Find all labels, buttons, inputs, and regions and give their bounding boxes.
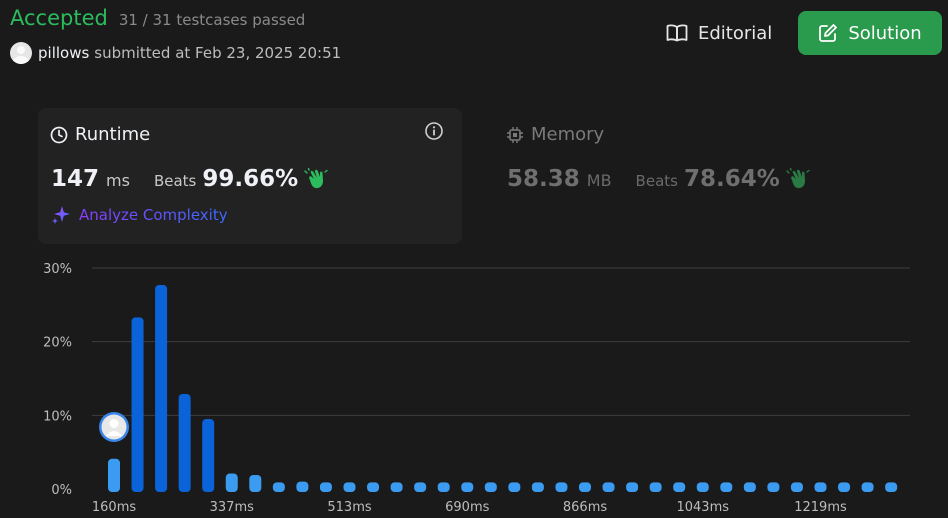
chart-bar[interactable] [579, 482, 591, 492]
chart-bar[interactable] [484, 482, 497, 492]
chart-bar[interactable] [508, 482, 521, 492]
chart-bar[interactable] [814, 482, 827, 492]
chart-bar[interactable] [531, 482, 544, 492]
chart-bar[interactable] [272, 482, 285, 492]
chart-bar[interactable] [390, 482, 403, 492]
x-tick-label: 337ms [210, 500, 254, 515]
chart-bar[interactable] [720, 482, 733, 492]
chart-bar[interactable] [767, 482, 780, 492]
chart-bar[interactable] [367, 482, 380, 492]
chart-bar[interactable] [790, 482, 803, 492]
chart-bar[interactable] [437, 482, 450, 492]
chart-bar[interactable] [602, 482, 615, 492]
chart-bar[interactable] [555, 482, 568, 492]
x-tick-label: 1043ms [676, 500, 729, 515]
x-tick-label: 1219ms [794, 500, 847, 515]
chart-bar[interactable] [178, 393, 191, 492]
y-tick-label: 30% [43, 262, 72, 277]
chart-bar[interactable] [743, 482, 756, 492]
chart-bar[interactable] [225, 473, 238, 492]
chart-bar[interactable] [319, 482, 332, 492]
chart-bar[interactable] [861, 482, 874, 492]
x-tick-label: 160ms [92, 500, 136, 515]
chart-bar[interactable] [296, 481, 309, 492]
chart-bar[interactable] [696, 482, 709, 492]
chart-bar[interactable] [131, 317, 144, 492]
y-tick-label: 0% [51, 483, 72, 498]
chart-bar[interactable] [649, 482, 662, 492]
x-tick-label: 866ms [563, 500, 607, 515]
chart-bar[interactable] [673, 482, 686, 492]
chart-bar[interactable] [249, 475, 262, 492]
chart-bar[interactable] [414, 482, 427, 492]
chart-bar[interactable] [343, 482, 356, 492]
chart-bar[interactable] [155, 284, 168, 492]
chart-bar[interactable] [626, 482, 639, 492]
your-submission-marker[interactable] [99, 412, 129, 442]
y-tick-label: 20% [43, 336, 72, 351]
x-tick-label: 690ms [445, 500, 489, 515]
y-tick-label: 10% [43, 409, 72, 424]
runtime-distribution-chart: 30% 20% 10% 0% 160ms 337ms 513ms 690ms 866ms 104… [43, 262, 910, 515]
chart-bar[interactable] [108, 458, 120, 492]
x-tick-label: 513ms [327, 500, 371, 515]
chart-bar[interactable] [202, 419, 215, 492]
chart-bar[interactable] [885, 482, 898, 492]
chart-bar[interactable] [461, 482, 474, 492]
chart-bar[interactable] [838, 482, 851, 492]
